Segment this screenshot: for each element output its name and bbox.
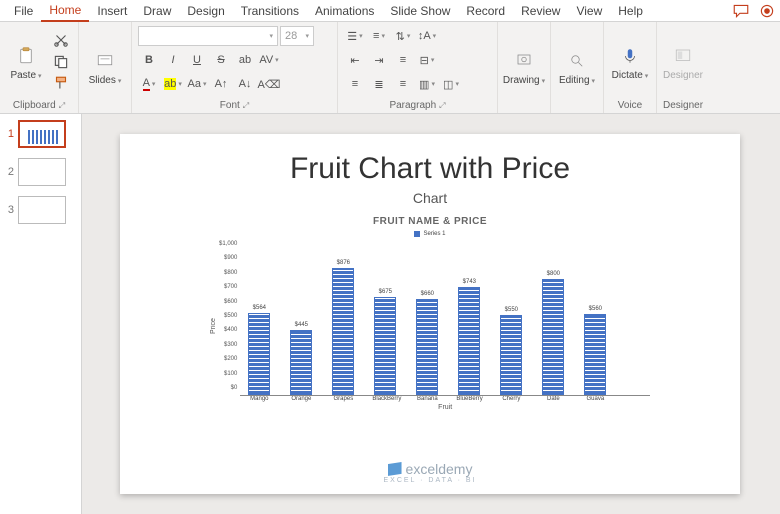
workspace: 1 2 3 Fruit Chart with Price Chart FRUIT… <box>0 114 780 514</box>
line-spacing-button[interactable]: ⇅ <box>392 26 414 46</box>
highlight-button[interactable]: ab <box>162 74 184 94</box>
bar: $564 <box>246 305 272 395</box>
group-editing: Editing <box>551 22 604 113</box>
shrink-font-button[interactable]: A↓ <box>234 74 256 94</box>
format-painter-button[interactable] <box>50 74 72 94</box>
tab-insert[interactable]: Insert <box>89 1 135 21</box>
bar: $660 <box>414 291 440 395</box>
tab-file[interactable]: File <box>6 1 41 21</box>
group-drawing: Drawing <box>498 22 551 113</box>
clipboard-launcher-icon[interactable]: ⤢ <box>59 101 65 111</box>
group-font: ▾ 28▾ B I U S ab AV A ab Aa A↑ A↓ A⌫ Fon… <box>132 22 338 113</box>
italic-button[interactable]: I <box>162 50 184 70</box>
align-r-button[interactable]: ≡ <box>392 74 414 94</box>
editing-button[interactable]: Editing <box>557 26 597 109</box>
bar: $743 <box>456 279 482 395</box>
watermark: exceldemy EXCEL · DATA · BI <box>384 461 477 484</box>
font-size-select[interactable]: 28▾ <box>280 26 314 46</box>
thumbnail-1[interactable]: 1 <box>4 120 77 148</box>
dictate-button[interactable]: Dictate <box>610 26 650 98</box>
paragraph-launcher-icon[interactable]: ⤢ <box>439 101 445 111</box>
bar: $445 <box>288 322 314 395</box>
slide-thumbnails: 1 2 3 <box>0 114 82 514</box>
align-c-button[interactable]: ≣ <box>368 74 390 94</box>
ribbon: Paste Clipboard⤢ Slides ▾ 28▾ B <box>0 22 780 114</box>
y-axis-label: Price <box>210 241 217 411</box>
group-clipboard: Paste Clipboard⤢ <box>0 22 79 113</box>
tab-transitions[interactable]: Transitions <box>233 1 307 21</box>
slide-subtitle[interactable]: Chart <box>413 190 447 206</box>
tab-design[interactable]: Design <box>179 1 232 21</box>
comments-icon[interactable] <box>730 2 752 20</box>
increase-indent-button[interactable]: ⇥ <box>368 50 390 70</box>
chart[interactable]: Price $1,000$900$800$700$600$500$400$300… <box>210 241 650 411</box>
bar: $800 <box>540 271 566 395</box>
tab-slideshow[interactable]: Slide Show <box>382 1 458 21</box>
tab-record[interactable]: Record <box>458 1 513 21</box>
menu-bar: File Home Insert Draw Design Transitions… <box>0 0 780 22</box>
chart-title: FRUIT NAME & PRICE <box>373 216 487 227</box>
bold-button[interactable]: B <box>138 50 160 70</box>
slides-button[interactable]: Slides <box>85 26 125 109</box>
columns-button[interactable]: ▥ <box>416 74 438 94</box>
clear-format-button[interactable]: A⌫ <box>258 74 280 94</box>
watermark-logo-icon <box>388 462 402 476</box>
font-launcher-icon[interactable]: ⤢ <box>243 101 249 111</box>
slide-canvas[interactable]: Fruit Chart with Price Chart FRUIT NAME … <box>82 114 780 514</box>
bar: $560 <box>582 306 608 395</box>
chart-legend: Series 1 <box>414 231 445 237</box>
thumbnail-2[interactable]: 2 <box>4 158 77 186</box>
y-axis: $1,000$900$800$700$600$500$400$300$200$1… <box>219 241 240 391</box>
numbering-button[interactable]: ≡ <box>368 26 390 46</box>
underline-button[interactable]: U <box>186 50 208 70</box>
group-paragraph: ☰ ≡ ⇅ ↕A ⇤ ⇥ ≡ ⊟ ≡ ≣ ≡ ▥ ◫ Paragraph⤢ <box>338 22 498 113</box>
group-voice: Dictate Voice <box>604 22 657 113</box>
paste-button[interactable]: Paste <box>6 26 46 98</box>
align-left-button[interactable]: ≡ <box>392 50 414 70</box>
tab-help[interactable]: Help <box>610 1 651 21</box>
change-case-button[interactable]: Aa <box>186 74 208 94</box>
slide-title[interactable]: Fruit Chart with Price <box>290 152 570 186</box>
group-slides: Slides <box>79 22 132 113</box>
bar: $675 <box>372 289 398 395</box>
chart-bars: $564 $445 $876 $675 $660 $743 $550 $800 $560 <box>240 241 650 396</box>
cut-button[interactable] <box>50 30 72 50</box>
decrease-indent-button[interactable]: ⇤ <box>344 50 366 70</box>
tab-draw[interactable]: Draw <box>135 1 179 21</box>
designer-button[interactable]: Designer <box>663 26 703 98</box>
tab-review[interactable]: Review <box>513 1 568 21</box>
align-vertical-button[interactable]: ⊟ <box>416 50 438 70</box>
bullets-button[interactable]: ☰ <box>344 26 366 46</box>
slide: Fruit Chart with Price Chart FRUIT NAME … <box>120 134 740 494</box>
strike-button[interactable]: S <box>210 50 232 70</box>
text-direction-button[interactable]: ↕A <box>416 26 438 46</box>
thumbnail-3[interactable]: 3 <box>4 196 77 224</box>
align-l-button[interactable]: ≡ <box>344 74 366 94</box>
shadow-button[interactable]: ab <box>234 50 256 70</box>
x-axis: MangoOrangeGrapesBlackBerryBananaBlueBer… <box>240 396 650 402</box>
smartart-button[interactable]: ◫ <box>440 74 462 94</box>
tab-view[interactable]: View <box>568 1 610 21</box>
drawing-button[interactable]: Drawing <box>504 26 544 109</box>
bar: $876 <box>330 260 356 395</box>
x-axis-label: Fruit <box>240 404 650 411</box>
tab-home[interactable]: Home <box>41 0 89 22</box>
copy-button[interactable] <box>50 52 72 72</box>
font-family-select[interactable]: ▾ <box>138 26 278 46</box>
bar: $550 <box>498 307 524 395</box>
record-icon[interactable] <box>756 2 778 20</box>
font-color-button[interactable]: A <box>138 74 160 94</box>
group-designer: Designer Designer <box>657 22 709 113</box>
tab-animations[interactable]: Animations <box>307 1 382 21</box>
char-spacing-button[interactable]: AV <box>258 50 280 70</box>
grow-font-button[interactable]: A↑ <box>210 74 232 94</box>
